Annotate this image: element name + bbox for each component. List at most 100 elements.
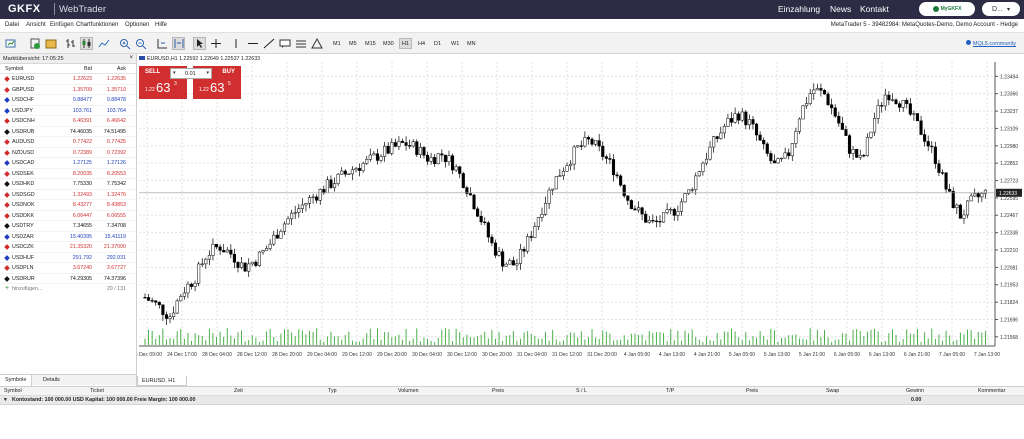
menu-optionen[interactable]: Optionen: [125, 22, 149, 28]
col-kommentar[interactable]: Kommentar: [978, 388, 1005, 394]
cursor-icon[interactable]: [193, 37, 206, 50]
candle-bull: [536, 217, 540, 227]
history-icon[interactable]: [44, 37, 57, 50]
lot-value: 0.01: [185, 71, 196, 77]
col-bid[interactable]: Bid: [84, 66, 92, 72]
market-watch-row[interactable]: USDCAD 1.27125 1.27126: [0, 158, 136, 169]
market-watch-row[interactable]: USDRUB 74.46035 74.51495: [0, 127, 136, 137]
menu-ansicht[interactable]: Ansicht: [26, 22, 46, 28]
balance-expand-icon[interactable]: ▾: [4, 397, 7, 403]
add-symbol-row[interactable]: + hinzufügen... 20 / 131: [0, 284, 136, 294]
row-ask: 8.20553: [106, 170, 126, 177]
market-watch-row[interactable]: USDHKD 7.75330 7.75342: [0, 179, 136, 190]
col-ticket[interactable]: Ticket: [90, 388, 104, 394]
market-watch-row[interactable]: USDDKK 6.06447 6.06555: [0, 211, 136, 221]
market-watch-row[interactable]: USDSGD 1.32493 1.32476: [0, 190, 136, 200]
tf-h4[interactable]: H4: [417, 38, 426, 49]
vertical-line-icon[interactable]: [229, 37, 242, 50]
market-watch-row[interactable]: USDCNH 6.46391 6.46642: [0, 116, 136, 127]
col-typ[interactable]: Typ: [328, 388, 337, 394]
row-ask: 0.77425: [106, 139, 126, 145]
zoom-in-icon[interactable]: [118, 37, 131, 50]
candle-bear: [440, 153, 444, 156]
market-watch-row[interactable]: USDCZK 21.35320 21.37000: [0, 242, 136, 253]
chart-shift-icon[interactable]: [155, 37, 168, 50]
market-watch-row[interactable]: EURUSD 1.22623 1.22635: [0, 74, 136, 85]
tab-details[interactable]: Details: [38, 375, 65, 386]
market-watch-row[interactable]: USDZAR 15.40395 15.41119: [0, 232, 136, 242]
menu-einfuegen[interactable]: Einfügen: [50, 22, 74, 28]
tf-m5[interactable]: M5: [348, 38, 358, 49]
tf-mn[interactable]: MN: [466, 38, 477, 49]
nav-kontakt[interactable]: Kontakt: [860, 4, 889, 14]
tf-m1[interactable]: M1: [332, 38, 342, 49]
tab-symbole[interactable]: Symbole: [0, 375, 33, 386]
line-chart-icon[interactable]: [97, 37, 110, 50]
row-bid: 8.43277: [72, 202, 92, 208]
market-watch-row[interactable]: USDSEK 8.20035 8.20553: [0, 169, 136, 179]
market-watch-row[interactable]: USDHUF 291.792 292.031: [0, 253, 136, 263]
market-watch-row[interactable]: USDRUR 74.29305 74.37396: [0, 274, 136, 284]
col-preis[interactable]: Preis: [492, 388, 504, 394]
chart-area[interactable]: 24 Dec 09:00 24 Dec 17:00 28 Dec 04:00 28 D…: [137, 54, 1024, 376]
col-sl[interactable]: S / L: [576, 388, 587, 394]
new-order-icon[interactable]: [28, 37, 41, 50]
col-tp[interactable]: T/P: [666, 388, 674, 394]
trendline-icon[interactable]: [262, 37, 275, 50]
tf-m30[interactable]: M30: [382, 38, 395, 49]
mql5-community-link[interactable]: MQL5.community: [965, 40, 1016, 47]
menu-hilfe[interactable]: Hilfe: [155, 22, 167, 28]
col-symbol[interactable]: Symbol: [5, 66, 23, 72]
market-watch-row[interactable]: GBPUSD 1.35709 1.35710: [0, 85, 136, 95]
market-watch-row[interactable]: USDNOK 8.43277 8.43853: [0, 200, 136, 211]
new-chart-icon[interactable]: [4, 37, 17, 50]
price-direction-icon: [4, 139, 10, 145]
market-watch-row[interactable]: USDJPY 103.761 103.764: [0, 106, 136, 116]
tf-w1[interactable]: W1: [450, 38, 460, 49]
col-preis-2[interactable]: Preis: [746, 388, 758, 394]
sell-price-big: 63: [156, 80, 171, 95]
market-watch-row[interactable]: NZDUSD 0.72389 0.72392: [0, 148, 136, 158]
col-symbol-term[interactable]: Symbol: [4, 388, 22, 394]
candle-bear: [908, 103, 912, 115]
candle-bull: [204, 258, 208, 265]
text-label-icon[interactable]: [278, 37, 291, 50]
bar-chart-icon[interactable]: [64, 37, 77, 50]
col-ask[interactable]: Ask: [117, 66, 126, 72]
lot-increase-icon[interactable]: ▾: [206, 70, 209, 76]
menu-datei[interactable]: Datei: [5, 22, 19, 28]
tf-d1[interactable]: D1: [433, 38, 442, 49]
market-watch-row[interactable]: USDCHF 0.88477 0.88478: [0, 95, 136, 106]
nav-news[interactable]: News: [830, 4, 851, 14]
tf-m15[interactable]: M15: [364, 38, 377, 49]
market-watch-row[interactable]: USDTRY 7.34655 7.34708: [0, 221, 136, 232]
market-watch-row[interactable]: USDPLN 3.67240 3.67727: [0, 263, 136, 274]
col-volumen[interactable]: Volumen: [398, 388, 419, 394]
chart-tab-eurusd[interactable]: EURUSD, H1: [137, 376, 187, 386]
x-axis-tick-label: 28 Dec 12:00: [237, 352, 267, 358]
horizontal-line-icon[interactable]: [246, 37, 259, 50]
candle-bull: [726, 118, 730, 127]
crosshair-icon[interactable]: [209, 37, 222, 50]
nav-einzahlung[interactable]: Einzahlung: [778, 4, 820, 14]
market-watch-row[interactable]: AUDUSD 0.77422 0.77425: [0, 137, 136, 148]
col-gewinn[interactable]: Gewinn: [906, 388, 924, 394]
shapes-icon[interactable]: [310, 37, 323, 50]
zoom-out-icon[interactable]: [134, 37, 147, 50]
candlestick-icon[interactable]: [80, 37, 93, 50]
candlestick-chart[interactable]: 24 Dec 09:00 24 Dec 17:00 28 Dec 04:00 28 D…: [137, 54, 1024, 376]
tf-h1[interactable]: H1: [399, 38, 412, 49]
lot-size-input[interactable]: ▾ 0.01 ▾: [170, 68, 212, 79]
lot-decrease-icon[interactable]: ▾: [173, 70, 176, 76]
user-menu-button[interactable]: D... ▾: [982, 2, 1020, 16]
autoscroll-icon[interactable]: [172, 37, 185, 50]
candle-bull: [286, 218, 290, 225]
menu-chartfunktionen[interactable]: Chartfunktionen: [76, 22, 118, 28]
gkfx-logo[interactable]: GKFX: [8, 3, 41, 15]
close-icon[interactable]: ×: [129, 55, 133, 61]
col-swap[interactable]: Swap: [826, 388, 839, 394]
mygkfx-button[interactable]: MyGKFX: [919, 2, 975, 16]
channel-icon[interactable]: [294, 37, 307, 50]
candle-bull: [912, 113, 916, 115]
col-zeit[interactable]: Zeit: [234, 388, 243, 394]
